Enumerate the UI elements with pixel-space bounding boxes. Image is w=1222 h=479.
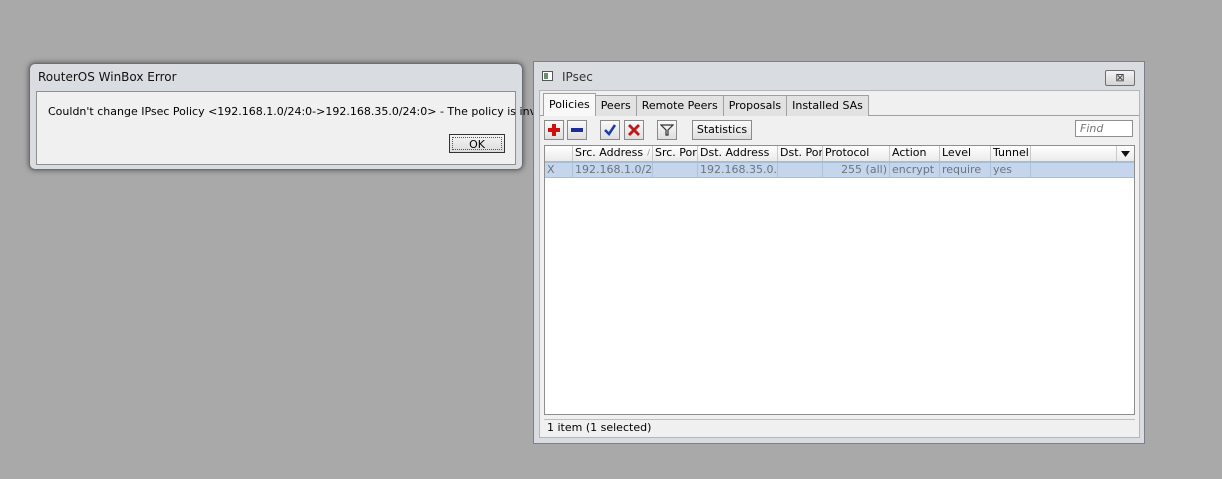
status-bar: 1 item (1 selected) <box>544 419 1135 436</box>
remove-button[interactable] <box>567 120 587 140</box>
column-header-protocol[interactable]: Protocol <box>823 146 890 161</box>
table-row[interactable]: X 192.168.1.0/24 192.168.35.0... 255 (al… <box>545 162 1134 178</box>
find-input[interactable] <box>1075 120 1133 137</box>
disable-button[interactable] <box>624 120 644 140</box>
cell-level: require <box>940 163 991 177</box>
policies-table: Src. Address/ Src. Port Dst. Address▽ Ds… <box>544 145 1135 415</box>
cell-flag: X <box>545 163 573 177</box>
cell-dst-address: 192.168.35.0... <box>700 163 778 177</box>
minus-icon <box>571 128 583 132</box>
cell-dst-port <box>778 163 823 177</box>
close-button[interactable]: ⊠ <box>1105 70 1135 86</box>
error-message: Couldn't change IPsec Policy <192.168.1.… <box>48 105 575 118</box>
table-header: Src. Address/ Src. Port Dst. Address▽ Ds… <box>545 146 1134 162</box>
window-title: IPsec <box>562 70 593 84</box>
x-icon <box>628 124 640 136</box>
error-dialog-title: RouterOS WinBox Error <box>38 70 177 84</box>
sort-asc-icon: / <box>647 148 650 157</box>
cell-src-port <box>653 163 698 177</box>
column-header-action[interactable]: Action <box>890 146 940 161</box>
column-header-src-address[interactable]: Src. Address / <box>573 146 653 161</box>
tab-bar: Policies Peers Remote Peers Proposals In… <box>543 93 869 116</box>
enable-button[interactable] <box>600 120 620 140</box>
statistics-button[interactable]: Statistics <box>692 120 752 140</box>
cell-protocol: 255 (all) <box>823 163 890 177</box>
column-label: Src. Address <box>575 146 644 159</box>
cell-tunnel: yes <box>991 163 1031 177</box>
column-header-dst-port[interactable]: Dst. Port <box>778 146 823 161</box>
column-chooser-button[interactable] <box>1116 146 1134 161</box>
column-header-flag[interactable] <box>545 146 573 161</box>
filter-icon <box>660 124 674 136</box>
filter-button[interactable] <box>657 120 677 140</box>
window-content: Policies Peers Remote Peers Proposals In… <box>539 90 1140 438</box>
plus-icon <box>548 124 560 136</box>
tab-remote-peers[interactable]: Remote Peers <box>635 95 724 116</box>
tab-policies[interactable]: Policies <box>543 93 596 116</box>
chevron-down-icon <box>1121 150 1130 157</box>
tab-installed-sas[interactable]: Installed SAs <box>786 95 869 116</box>
cell-action: encrypt <box>890 163 940 177</box>
column-header-dst-address[interactable]: Dst. Address▽ <box>698 146 778 161</box>
ipsec-window: IPsec ⊠ Policies Peers Remote Peers Prop… <box>533 61 1145 444</box>
check-icon <box>604 124 617 137</box>
ok-button[interactable]: OK <box>449 134 505 153</box>
status-text: 1 item (1 selected) <box>547 421 652 434</box>
column-header-src-port[interactable]: Src. Port <box>653 146 698 161</box>
error-dialog: RouterOS WinBox Error Couldn't change IP… <box>29 63 575 170</box>
column-header-tunnel[interactable]: Tunnel <box>991 146 1031 161</box>
window-icon <box>542 71 553 81</box>
cell-src-address: 192.168.1.0/24 <box>575 163 653 177</box>
sort-desc-icon: ▽ <box>769 160 775 161</box>
tab-peers[interactable]: Peers <box>594 95 637 116</box>
add-button[interactable] <box>544 120 564 140</box>
column-header-level[interactable]: Level <box>940 146 991 161</box>
tab-proposals[interactable]: Proposals <box>722 95 788 116</box>
error-dialog-body: Couldn't change IPsec Policy <192.168.1.… <box>36 91 575 165</box>
column-label: Dst. Address <box>700 146 770 159</box>
